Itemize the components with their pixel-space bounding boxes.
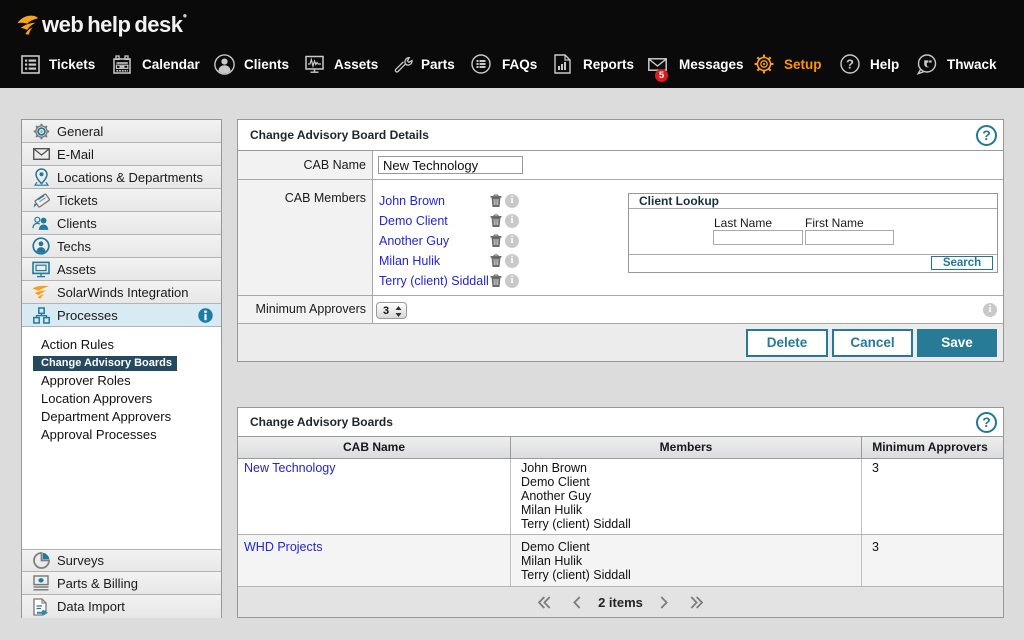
svg-text:?: ? — [846, 57, 854, 72]
